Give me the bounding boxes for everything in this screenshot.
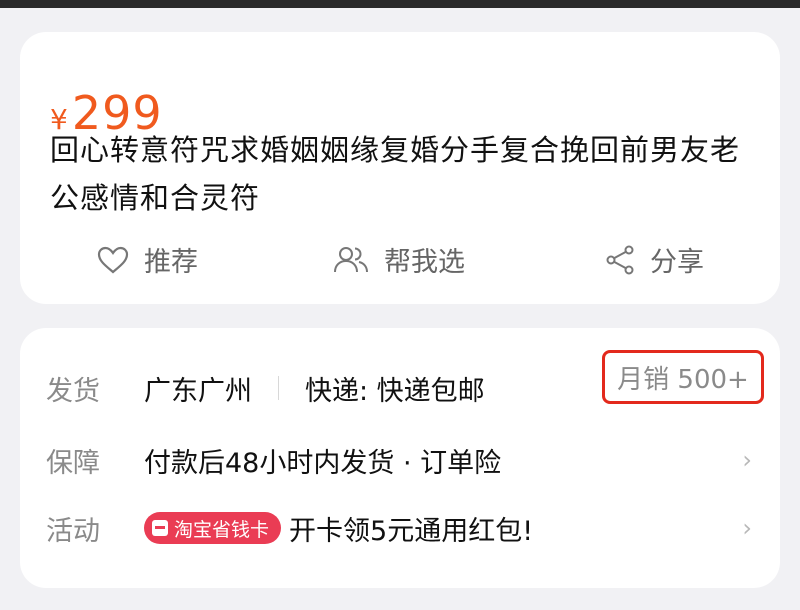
activity-row[interactable]: 活动 淘宝省钱卡 开卡领5元通用红包! › (20, 508, 780, 548)
activity-details: 淘宝省钱卡 开卡领5元通用红包! (144, 509, 533, 548)
shipping-label: 发货 (46, 375, 100, 407)
divider (278, 376, 279, 400)
shipping-location: 广东广州 (144, 375, 252, 407)
product-image-bottom-edge (0, 0, 800, 8)
share-label: 分享 (650, 247, 704, 278)
chevron-right-icon: › (742, 514, 752, 542)
recommend-label: 推荐 (144, 247, 198, 278)
savings-card-badge[interactable]: 淘宝省钱卡 (144, 512, 282, 544)
shipping-method: 快递: 快递包邮 (305, 375, 485, 407)
shipping-details: 广东广州 快递: 快递包邮 (144, 369, 485, 408)
heart-icon (97, 246, 129, 273)
people-icon (334, 246, 368, 272)
guarantee-row[interactable]: 保障 付款后48小时内发货 · 订单险 › (20, 440, 780, 480)
activity-value: 开卡领5元通用红包! (289, 515, 534, 547)
chevron-right-icon: › (742, 446, 752, 474)
product-actions: 推荐 帮我选 分享 (20, 240, 780, 280)
guarantee-label: 保障 (46, 447, 100, 479)
recommend-button[interactable]: 推荐 (96, 240, 198, 279)
monthly-sales: 月销 500+ (617, 364, 749, 395)
help-me-choose-button[interactable]: 帮我选 (332, 240, 465, 279)
help-me-choose-label: 帮我选 (384, 247, 465, 278)
product-summary-card: ¥ 299 回心转意符咒求婚姻姻缘复婚分手复合挽回前男友老公感情和合灵符 推荐 … (20, 32, 780, 304)
product-title: 回心转意符咒求婚姻姻缘复婚分手复合挽回前男友老公感情和合灵符 (50, 133, 741, 215)
share-icon (606, 245, 634, 274)
delivery-info-card: 发货 广东广州 快递: 快递包邮 月销 500+ 保障 付款后48小时内发货 ·… (20, 328, 780, 588)
guarantee-value: 付款后48小时内发货 · 订单险 (144, 447, 502, 479)
monthly-sales-highlight: 月销 500+ (602, 350, 764, 404)
card-icon (152, 520, 168, 536)
savings-card-label: 淘宝省钱卡 (174, 518, 270, 541)
share-button[interactable]: 分享 (604, 240, 704, 279)
activity-label: 活动 (46, 515, 100, 547)
